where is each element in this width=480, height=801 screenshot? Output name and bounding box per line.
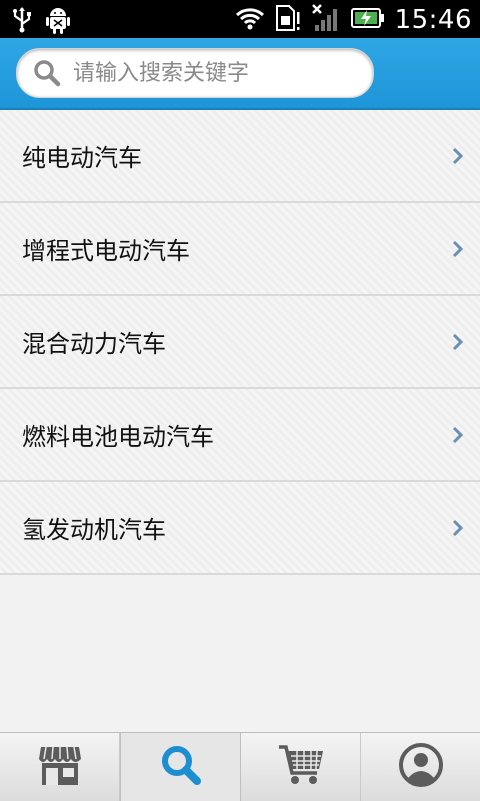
cart-icon [277,743,325,791]
sim-icon [275,4,301,36]
list-item-label: 燃料电池电动汽车 [22,423,214,451]
chevron-right-icon [450,332,466,352]
search-input[interactable] [71,59,365,87]
search-icon [159,743,203,791]
chevron-right-icon [450,425,466,445]
chevron-right-icon [450,518,466,538]
chevron-right-icon [450,239,466,259]
list-item[interactable]: 混合动力汽车 [0,296,480,389]
list-item-label: 纯电动汽车 [22,144,142,172]
battery-charging-icon [350,7,385,33]
list-item[interactable]: 燃料电池电动汽车 [0,389,480,482]
search-header [0,38,480,110]
list-item-label: 氢发动机汽车 [22,516,166,544]
tab-profile[interactable] [361,733,480,801]
list-item-label: 增程式电动汽车 [22,237,190,265]
list-item[interactable]: 纯电动汽车 [0,110,480,203]
clock: 15:46 [394,5,472,35]
bottom-nav [0,732,480,801]
tab-store[interactable] [0,733,120,801]
search-icon [31,57,63,89]
category-list: 纯电动汽车 增程式电动汽车 混合动力汽车 燃料电池电动汽车 氢发动机汽车 [0,110,480,575]
no-signal-icon [311,3,341,37]
list-item[interactable]: 氢发动机汽车 [0,482,480,575]
list-item[interactable]: 增程式电动汽车 [0,203,480,296]
status-bar: 15:46 [0,0,480,38]
android-debug-icon [46,6,70,38]
list-item-label: 混合动力汽车 [22,330,166,358]
tab-search[interactable] [120,733,241,801]
search-box[interactable] [16,48,374,98]
store-icon [37,743,83,791]
chevron-right-icon [450,146,466,166]
wifi-icon [235,6,265,34]
profile-icon [398,742,444,792]
tab-cart[interactable] [241,733,361,801]
usb-icon [12,7,32,37]
